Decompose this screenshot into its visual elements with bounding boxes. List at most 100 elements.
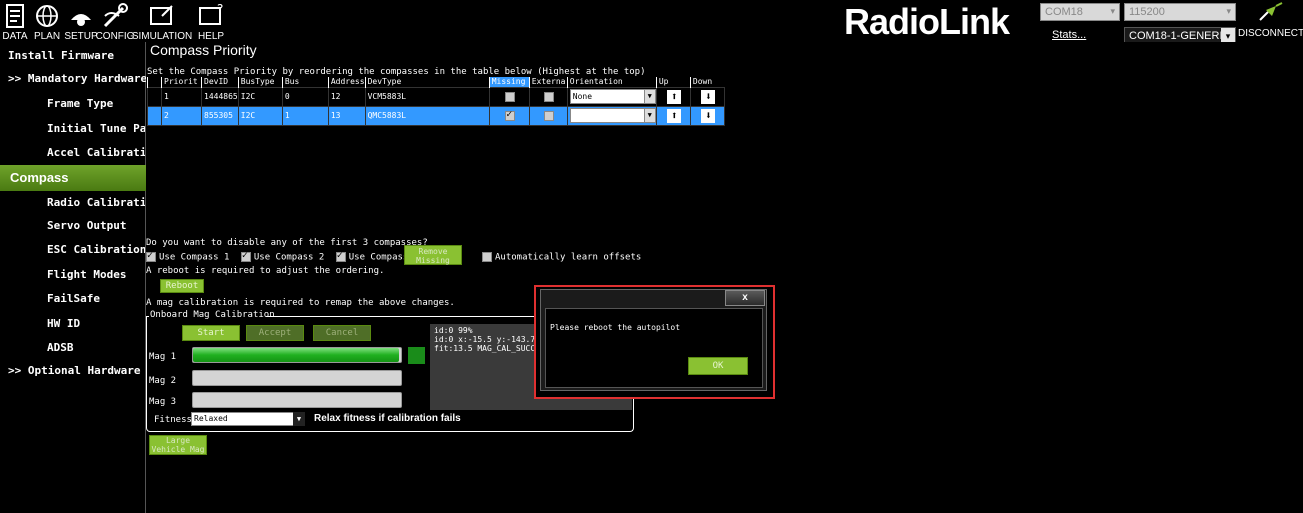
bustype-cell: I2C xyxy=(237,105,283,126)
sidebar-item-frame-type[interactable]: Frame Type xyxy=(47,97,145,110)
config-label: CONFIG xyxy=(95,31,135,42)
ok-button[interactable]: OK xyxy=(688,357,748,375)
sidebar-item-hw-id[interactable]: HW ID xyxy=(47,317,145,330)
bus-cell: 0 xyxy=(281,86,329,107)
missing-checkbox[interactable] xyxy=(505,91,516,102)
plan-label: PLAN xyxy=(33,31,61,42)
arrow-down-icon[interactable]: ⬇ xyxy=(701,108,716,123)
large-vehicle-mag-button[interactable]: Large Vehicle Mag xyxy=(149,435,207,455)
address-cell: 12 xyxy=(327,86,366,107)
sidebar-item-flight-modes[interactable]: Flight Modes xyxy=(47,268,145,281)
orientation-select[interactable]: ▼ xyxy=(569,108,656,123)
orientation-select[interactable]: None ▼ xyxy=(569,89,656,104)
mag3-progress-bar xyxy=(192,392,402,408)
help-button[interactable]: ? HELP xyxy=(194,0,228,42)
use-compass-1-label: Use Compass 1 xyxy=(159,252,230,263)
row-select-cell[interactable] xyxy=(147,86,162,107)
dialog-message: Please reboot the autopilot xyxy=(550,323,681,332)
use-compass-2-checkbox[interactable] xyxy=(240,250,251,262)
down-cell: ⬇ xyxy=(689,105,726,126)
sidebar-item-esc-calibration[interactable]: ESC Calibration xyxy=(47,243,145,256)
setup-button[interactable]: SETUP xyxy=(64,0,98,42)
baud-select[interactable]: 115200 ▾ xyxy=(1124,3,1236,21)
external-checkbox[interactable] xyxy=(544,91,555,102)
mag1-status-indicator xyxy=(408,347,425,364)
external-checkbox[interactable] xyxy=(544,110,555,121)
sidebar-item-servo-output[interactable]: Servo Output xyxy=(47,219,145,232)
priority-instructions: Set the Compass Priority by reordering t… xyxy=(147,67,646,77)
missing-checkbox[interactable] xyxy=(505,109,516,121)
port-select[interactable]: COM18 ▾ xyxy=(1040,3,1120,21)
table-header: DevID xyxy=(201,77,239,87)
table-row[interactable]: 1 1444865 I2C 0 12 VCM5883L None ▼ ⬆ ⬇ xyxy=(147,86,726,107)
devtype-cell: QMC5883L xyxy=(364,105,490,126)
priority-cell: 1 xyxy=(160,86,203,107)
connection-value: COM18-1-GENERIC xyxy=(1129,30,1231,42)
close-button[interactable]: x xyxy=(725,290,765,306)
plan-icon xyxy=(36,5,58,27)
devid-cell: 855305 xyxy=(201,105,239,126)
row-select-cell[interactable] xyxy=(147,105,162,126)
remap-notice: A mag calibration is required to remap t… xyxy=(146,298,455,308)
setup-icon xyxy=(71,14,91,26)
orientation-value: None xyxy=(572,92,593,101)
relax-note: Relax fitness if calibration fails xyxy=(314,413,461,424)
sidebar-item-compass[interactable]: Compass xyxy=(0,165,146,191)
close-icon: x xyxy=(742,292,748,303)
auto-learn-label: Automatically learn offsets xyxy=(495,252,642,263)
data-icon xyxy=(6,4,24,28)
arrow-down-icon[interactable]: ⬇ xyxy=(701,89,716,104)
disconnect-button[interactable]: DISCONNECT xyxy=(1238,2,1303,42)
use-compass-3-checkbox[interactable] xyxy=(335,250,346,262)
remove-missing-button[interactable]: Remove Missing xyxy=(404,245,462,265)
chevron-down-icon: ▼ xyxy=(293,412,305,426)
data-button[interactable]: DATA xyxy=(2,0,28,42)
page-title: Compass Priority xyxy=(150,42,257,58)
reboot-dialog: x Please reboot the autopilot OK xyxy=(534,285,775,399)
mag1-progress-bar xyxy=(192,347,402,363)
table-header-select xyxy=(147,77,162,87)
sidebar-item-failsafe[interactable]: FailSafe xyxy=(47,292,145,305)
fitness-value: Relaxed xyxy=(194,414,228,423)
disconnect-label: DISCONNECT xyxy=(1238,28,1303,39)
address-cell: 13 xyxy=(327,105,366,126)
sidebar-item-mandatory-hardware[interactable]: >> Mandatory Hardware xyxy=(8,72,154,85)
arrow-up-icon[interactable]: ⬆ xyxy=(667,108,682,123)
simulation-button[interactable]: SIMULATION xyxy=(132,0,192,42)
table-header: Up xyxy=(655,77,691,87)
sidebar-item-radio-calibration[interactable]: Radio Calibration xyxy=(47,196,145,209)
sidebar-item-accel-calibration[interactable]: Accel Calibration xyxy=(47,146,145,159)
use-compass-1-checkbox[interactable] xyxy=(146,250,156,262)
accept-button[interactable]: Accept xyxy=(246,325,304,341)
reboot-button[interactable]: Reboot xyxy=(160,279,204,293)
external-cell xyxy=(528,105,568,126)
port-value: COM18 xyxy=(1045,6,1083,18)
external-cell xyxy=(528,86,568,107)
help-icon: ? xyxy=(199,2,223,25)
auto-learn-checkbox[interactable] xyxy=(482,252,492,262)
sidebar-item-optional-hardware[interactable]: >> Optional Hardware xyxy=(8,364,154,377)
orientation-cell: None ▼ xyxy=(566,86,657,107)
table-header: BusType xyxy=(237,77,283,87)
sidebar-item-adsb[interactable]: ADSB xyxy=(47,341,145,354)
mag2-progress-bar xyxy=(192,370,402,386)
table-header: Bus xyxy=(281,77,329,87)
plan-button[interactable]: PLAN xyxy=(32,0,62,42)
stats-link[interactable]: Stats... xyxy=(1052,29,1086,41)
onboard-mag-title: Onboard Mag Calibration xyxy=(149,310,276,320)
config-icon xyxy=(103,3,128,28)
cancel-button[interactable]: Cancel xyxy=(313,325,371,341)
mag2-label: Mag 2 xyxy=(149,376,177,386)
arrow-up-icon[interactable]: ⬆ xyxy=(667,89,682,104)
fitness-select[interactable]: Relaxed ▼ xyxy=(191,412,305,426)
table-row[interactable]: 2 855305 I2C 1 13 QMC5883L ▼ ⬆ ⬇ xyxy=(147,105,726,126)
use-compass-2-label: Use Compass 2 xyxy=(253,252,325,263)
data-label: DATA xyxy=(2,31,28,42)
sidebar: Install Firmware >> Mandatory Hardware F… xyxy=(0,42,147,513)
table-header: DevType xyxy=(364,77,490,87)
config-button[interactable]: CONFIG xyxy=(95,0,135,42)
sidebar-item-install-firmware[interactable]: Install Firmware xyxy=(8,49,154,62)
sidebar-item-initial-tune[interactable]: Initial Tune Parameters xyxy=(47,122,145,135)
start-button[interactable]: Start xyxy=(182,325,240,341)
devid-cell: 1444865 xyxy=(201,86,239,107)
